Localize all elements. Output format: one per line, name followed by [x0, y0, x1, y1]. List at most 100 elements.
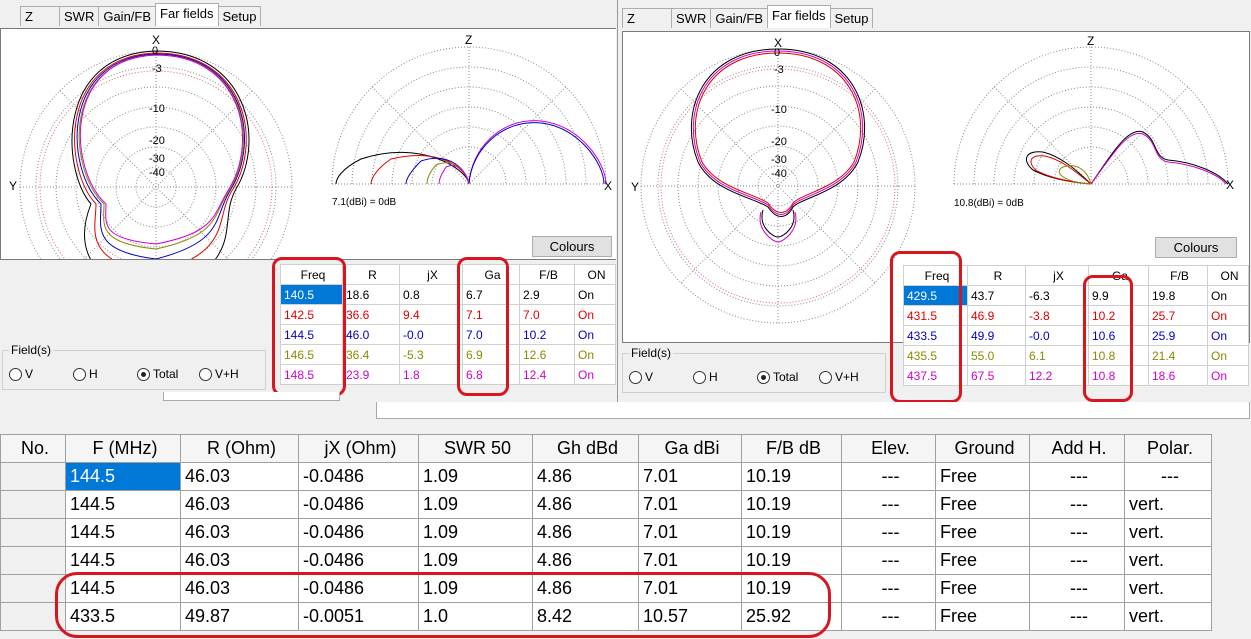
tab-z[interactable]: Z [20, 6, 60, 26]
fb-cell: 19.8 [1148, 285, 1208, 306]
f-cell[interactable]: 144.5 [65, 490, 181, 519]
col-header-r[interactable]: R [342, 264, 400, 285]
field-vh-radio[interactable]: V+H [199, 366, 239, 382]
col-header-swr50[interactable]: SWR 50 [418, 434, 533, 463]
field-h-radio[interactable]: H [73, 366, 98, 382]
tab-swr[interactable]: SWR [671, 8, 712, 28]
col-header-jx-ohm[interactable]: jX (Ohm) [298, 434, 419, 463]
ga-cell: 7.01 [638, 462, 742, 491]
field-total-radio[interactable]: Total [137, 366, 178, 382]
left-elevation-plot [331, 46, 607, 185]
col-header-f-mhz[interactable]: F (MHz) [65, 434, 181, 463]
row-number-cell[interactable] [0, 462, 66, 491]
background-window-strip [163, 392, 340, 401]
right-elevation-z-label: Z [1087, 34, 1095, 48]
tab-z[interactable]: Z [622, 8, 672, 28]
left-plot-area: X Y 0 -3 -10 -20 -30 -40 Z X 7.1(dBi) = … [0, 28, 616, 260]
fb-cell: 10.19 [741, 462, 842, 491]
col-header-fb[interactable]: F/B [519, 264, 575, 285]
col-header-on[interactable]: ON [1207, 265, 1249, 286]
tab-setup[interactable]: Setup [217, 6, 262, 26]
gh-cell: 4.86 [532, 462, 639, 491]
col-header-polar[interactable]: Polar. [1124, 434, 1212, 463]
table-row[interactable]: 144.5 46.03 -0.0486 1.09 4.86 7.01 10.19… [0, 546, 1212, 575]
tab-setup[interactable]: Setup [829, 8, 874, 28]
radio-selected-icon [137, 367, 150, 381]
jx-cell: 1.8 [399, 364, 463, 385]
f-cell[interactable]: 144.5 [65, 518, 181, 547]
tab-swr[interactable]: SWR [59, 6, 100, 26]
tab-gain-fb[interactable]: Gain/FB [710, 8, 769, 28]
col-header-r[interactable]: R [967, 265, 1026, 286]
left-ring-label-10: -10 [149, 103, 165, 115]
col-header-fb[interactable]: F/B [1148, 265, 1208, 286]
left-ga-highlight [457, 257, 509, 396]
field-total-radio[interactable]: Total [757, 369, 798, 385]
on-cell[interactable]: On [1207, 345, 1249, 366]
on-cell[interactable]: On [1207, 285, 1249, 306]
jx-cell: -0.0486 [298, 490, 419, 519]
left-colours-button[interactable]: Colours [532, 236, 612, 257]
right-fields-group: Field(s) V H Total V+H [622, 346, 886, 393]
jx-cell: -0.0486 [298, 518, 419, 547]
table-row[interactable]: 144.5 46.03 -0.0486 1.09 4.86 7.01 10.19… [0, 518, 1212, 547]
add-h-cell: --- [1029, 574, 1125, 603]
fb-cell: 12.6 [519, 344, 575, 365]
left-tab-bar: Z SWR Gain/FB Far fields Setup [20, 3, 262, 26]
radio-icon [199, 367, 212, 381]
col-header-no[interactable]: No. [0, 434, 66, 463]
f-cell[interactable]: 144.5 [65, 546, 181, 575]
r-cell: 43.7 [967, 285, 1026, 306]
fb-cell: 10.19 [741, 546, 842, 575]
col-header-on[interactable]: ON [574, 264, 616, 285]
add-h-cell: --- [1029, 602, 1125, 631]
field-vh-radio[interactable]: V+H [819, 369, 859, 385]
row-number-cell[interactable] [0, 518, 66, 547]
row-number-cell[interactable] [0, 546, 66, 575]
r-cell: 36.4 [342, 344, 400, 365]
on-cell[interactable]: On [574, 284, 616, 305]
right-scale-text: 10.8(dBi) = 0dB [954, 198, 1024, 209]
on-cell[interactable]: On [1207, 305, 1249, 326]
field-v-radio[interactable]: V [629, 369, 653, 385]
row-number-cell[interactable] [0, 490, 66, 519]
on-cell[interactable]: On [574, 344, 616, 365]
col-header-add-h[interactable]: Add H. [1029, 434, 1125, 463]
tab-gain-fb[interactable]: Gain/FB [98, 6, 157, 26]
on-cell[interactable]: On [574, 304, 616, 325]
on-cell[interactable]: On [574, 364, 616, 385]
elev-cell: --- [841, 490, 936, 519]
col-header-ground[interactable]: Ground [935, 434, 1030, 463]
col-header-ga-dbi[interactable]: Ga dBi [638, 434, 742, 463]
left-ring-label-20: -20 [149, 135, 165, 147]
r-cell: 46.03 [180, 518, 299, 547]
table-row[interactable]: 144.5 46.03 -0.0486 1.09 4.86 7.01 10.19… [0, 462, 1212, 491]
fb-cell: 21.4 [1148, 345, 1208, 366]
right-ring-label-40: -40 [771, 168, 787, 180]
table-row[interactable]: 144.5 46.03 -0.0486 1.09 4.86 7.01 10.19… [0, 490, 1212, 519]
fb-cell: 2.9 [519, 284, 575, 305]
right-colours-button[interactable]: Colours [1155, 237, 1237, 258]
tab-far-fields[interactable]: Far fields [155, 3, 219, 26]
tab-far-fields[interactable]: Far fields [767, 5, 831, 28]
on-cell[interactable]: On [1207, 365, 1249, 386]
on-cell[interactable]: On [574, 324, 616, 345]
col-header-jx[interactable]: jX [399, 264, 463, 285]
col-header-fb-db[interactable]: F/B dB [741, 434, 842, 463]
field-h-radio[interactable]: H [693, 369, 718, 385]
radio-icon [693, 370, 706, 384]
field-v-radio[interactable]: V [9, 366, 33, 382]
left-scale-text: 7.1(dBi) = 0dB [332, 197, 397, 208]
on-cell[interactable]: On [1207, 325, 1249, 346]
r-cell: 46.03 [180, 546, 299, 575]
col-header-jx[interactable]: jX [1025, 265, 1089, 286]
ga-cell: 7.01 [638, 518, 742, 547]
jx-cell: -0.0 [1025, 325, 1089, 346]
f-cell[interactable]: 144.5 [65, 462, 181, 491]
r-cell: 49.9 [967, 325, 1026, 346]
col-header-r-ohm[interactable]: R (Ohm) [180, 434, 299, 463]
col-header-gh-dbd[interactable]: Gh dBd [532, 434, 639, 463]
left-azimuth-y-label: Y [9, 179, 18, 193]
col-header-elev[interactable]: Elev. [841, 434, 936, 463]
left-ring-label-30: -30 [149, 153, 165, 165]
